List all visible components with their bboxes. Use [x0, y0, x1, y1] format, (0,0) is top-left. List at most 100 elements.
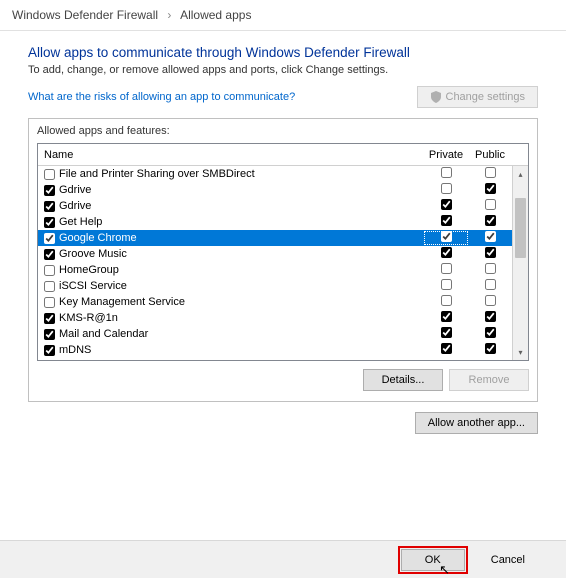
row-name-label: Gdrive — [59, 200, 424, 212]
row-enable-checkbox[interactable] — [44, 265, 55, 276]
details-button[interactable]: Details... — [363, 369, 443, 391]
row-public-cell — [468, 295, 512, 309]
row-private-checkbox[interactable] — [441, 247, 452, 258]
change-settings-button[interactable]: Change settings — [417, 86, 539, 108]
table-row[interactable]: Groove Music — [38, 246, 512, 262]
row-private-checkbox[interactable] — [441, 199, 452, 210]
scroll-thumb[interactable] — [515, 198, 526, 258]
row-private-cell — [424, 167, 468, 181]
row-enable-checkbox[interactable] — [44, 329, 55, 340]
row-private-cell — [424, 295, 468, 309]
dialog-footer: OK Cancel — [0, 540, 566, 578]
row-enable-checkbox[interactable] — [44, 249, 55, 260]
row-private-checkbox[interactable] — [441, 279, 452, 290]
row-public-checkbox[interactable] — [485, 183, 496, 194]
row-name-label: HomeGroup — [59, 264, 424, 276]
scroll-up-arrow[interactable]: ▴ — [513, 166, 528, 182]
groupbox-label: Allowed apps and features: — [37, 125, 529, 137]
remove-button[interactable]: Remove — [449, 369, 529, 391]
table-row[interactable]: HomeGroup — [38, 262, 512, 278]
column-name[interactable]: Name — [38, 149, 424, 161]
allow-another-app-button[interactable]: Allow another app... — [415, 412, 538, 434]
table-row[interactable]: iSCSI Service — [38, 278, 512, 294]
breadcrumb-current[interactable]: Allowed apps — [180, 8, 251, 22]
table-row[interactable]: Gdrive — [38, 198, 512, 214]
row-public-cell — [468, 183, 512, 197]
chevron-right-icon: › — [167, 8, 171, 22]
cancel-button[interactable]: Cancel — [478, 549, 538, 571]
table-row[interactable]: KMS-R@1n — [38, 310, 512, 326]
column-public[interactable]: Public — [468, 149, 512, 161]
breadcrumb-root[interactable]: Windows Defender Firewall — [12, 8, 158, 22]
apps-list: Name Private Public File and Printer Sha… — [37, 143, 529, 361]
table-row[interactable]: Gdrive — [38, 182, 512, 198]
row-private-checkbox[interactable] — [441, 263, 452, 274]
row-private-checkbox[interactable] — [441, 167, 452, 178]
row-private-checkbox[interactable] — [441, 311, 452, 322]
row-public-checkbox[interactable] — [485, 215, 496, 226]
row-public-cell — [468, 263, 512, 277]
row-private-cell — [424, 311, 468, 325]
row-public-cell — [468, 167, 512, 181]
table-row[interactable]: Key Management Service — [38, 294, 512, 310]
change-settings-label: Change settings — [446, 91, 526, 103]
row-public-cell — [468, 343, 512, 357]
row-enable-checkbox[interactable] — [44, 281, 55, 292]
link-row: What are the risks of allowing an app to… — [28, 86, 538, 108]
row-private-checkbox[interactable] — [441, 183, 452, 194]
row-private-checkbox[interactable] — [441, 215, 452, 226]
row-enable-checkbox[interactable] — [44, 217, 55, 228]
row-public-checkbox[interactable] — [485, 247, 496, 258]
row-private-cell — [424, 199, 468, 213]
row-public-checkbox[interactable] — [485, 231, 496, 242]
row-enable-checkbox[interactable] — [44, 169, 55, 180]
row-private-checkbox[interactable] — [441, 295, 452, 306]
row-public-cell — [468, 327, 512, 341]
allowed-apps-group: Allowed apps and features: Name Private … — [28, 118, 538, 402]
row-public-checkbox[interactable] — [485, 263, 496, 274]
column-private[interactable]: Private — [424, 149, 468, 161]
row-private-cell — [424, 263, 468, 277]
list-header: Name Private Public — [38, 144, 528, 166]
table-row[interactable]: Mail and Calendar — [38, 326, 512, 342]
row-enable-checkbox[interactable] — [44, 345, 55, 356]
row-public-cell — [468, 231, 512, 245]
row-public-checkbox[interactable] — [485, 343, 496, 354]
row-public-checkbox[interactable] — [485, 279, 496, 290]
row-private-checkbox[interactable] — [441, 231, 452, 242]
row-public-cell — [468, 247, 512, 261]
content-area: Allow apps to communicate through Window… — [0, 31, 566, 444]
row-private-cell — [424, 247, 468, 261]
row-public-checkbox[interactable] — [485, 295, 496, 306]
row-public-checkbox[interactable] — [485, 327, 496, 338]
row-private-checkbox[interactable] — [441, 343, 452, 354]
row-name-label: File and Printer Sharing over SMBDirect — [59, 168, 424, 180]
row-private-cell — [424, 183, 468, 197]
scroll-track[interactable] — [513, 182, 528, 344]
row-public-checkbox[interactable] — [485, 311, 496, 322]
row-private-checkbox[interactable] — [441, 327, 452, 338]
row-enable-checkbox[interactable] — [44, 313, 55, 324]
risks-link[interactable]: What are the risks of allowing an app to… — [28, 91, 295, 103]
table-row[interactable]: File and Printer Sharing over SMBDirect — [38, 166, 512, 182]
table-row[interactable]: Get Help — [38, 214, 512, 230]
table-row[interactable]: Google Chrome — [38, 230, 512, 246]
row-public-checkbox[interactable] — [485, 167, 496, 178]
details-remove-row: Details... Remove — [37, 369, 529, 391]
ok-button[interactable]: OK — [401, 549, 465, 571]
row-enable-checkbox[interactable] — [44, 201, 55, 212]
row-name-label: Gdrive — [59, 184, 424, 196]
row-enable-checkbox[interactable] — [44, 233, 55, 244]
breadcrumb[interactable]: Windows Defender Firewall › Allowed apps — [0, 0, 566, 31]
row-public-cell — [468, 215, 512, 229]
row-enable-checkbox[interactable] — [44, 185, 55, 196]
row-private-cell — [424, 279, 468, 293]
row-public-checkbox[interactable] — [485, 199, 496, 210]
row-private-cell — [424, 327, 468, 341]
row-enable-checkbox[interactable] — [44, 297, 55, 308]
vertical-scrollbar[interactable]: ▴ ▾ — [512, 166, 528, 360]
row-name-label: mDNS — [59, 344, 424, 356]
scroll-down-arrow[interactable]: ▾ — [513, 344, 528, 360]
row-name-label: Groove Music — [59, 248, 424, 260]
table-row[interactable]: mDNS — [38, 342, 512, 358]
